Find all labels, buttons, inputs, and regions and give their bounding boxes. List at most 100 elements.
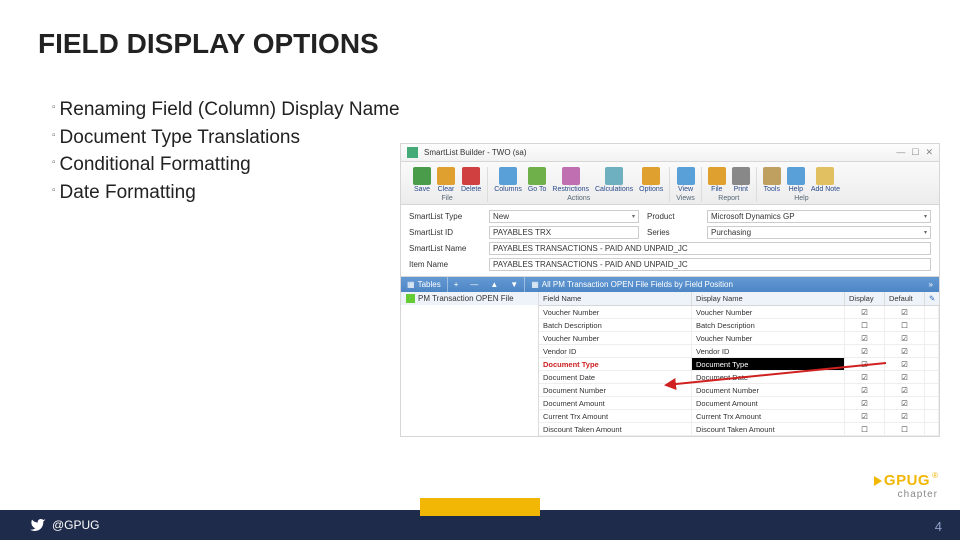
field-label: Series [647,228,699,237]
add-button[interactable]: + [448,277,465,292]
tables-pane: PM Transaction OPEN File [401,292,539,436]
bullet-item: ▫Document Type Translations [52,124,400,152]
display-checkbox[interactable]: ☑ [845,384,885,396]
ribbon-delete-button[interactable]: Delete [461,167,481,193]
ribbon-go-to-button[interactable]: Go To [528,167,547,193]
field-name-cell: Voucher Number [539,332,692,344]
ribbon-group-views: View Views [670,167,702,202]
spacer [925,306,939,318]
move-down-button[interactable]: ▼ [504,277,524,292]
grid-row[interactable]: Current Trx AmountCurrent Trx Amount☑☑ [539,410,939,423]
chevron-down-icon: ▾ [632,213,635,220]
move-up-button[interactable]: ▲ [484,277,504,292]
default-checkbox[interactable]: ☐ [885,319,925,331]
ribbon-label: Go To [528,186,547,193]
product-select[interactable]: Microsoft Dynamics GP▾ [707,210,931,223]
grid-row[interactable]: Document TypeDocument Type☑☑ [539,358,939,371]
tables-tab[interactable]: ▦Tables [401,277,447,292]
display-name-cell: Voucher Number [692,306,845,318]
remove-button[interactable]: — [464,277,484,292]
default-checkbox[interactable]: ☑ [885,410,925,422]
display-checkbox[interactable]: ☑ [845,410,885,422]
default-checkbox[interactable]: ☑ [885,358,925,370]
col-header: Display [845,292,885,305]
ribbon-icon [605,167,623,185]
ribbon-group-label: Report [718,195,739,202]
ribbon-view-button[interactable]: View [677,167,695,193]
smartlist-id-input[interactable]: PAYABLES TRX [489,226,639,239]
ribbon-tools-button[interactable]: Tools [763,167,781,193]
field-name-cell: Document Date [539,371,692,383]
grid-row[interactable]: Batch DescriptionBatch Description☐☐ [539,319,939,332]
ribbon-file-button[interactable]: File [708,167,726,193]
spacer [925,345,939,357]
fields-tab[interactable]: ▦All PM Transaction OPEN File Fields by … [525,277,922,292]
grid-row[interactable]: Vendor IDVendor ID☑☑ [539,345,939,358]
ribbon-options-button[interactable]: Options [639,167,663,193]
ribbon-group-label: File [441,195,452,202]
grid-row[interactable]: Discount Taken AmountDiscount Taken Amou… [539,423,939,436]
bullet-text: Document Type Translations [60,124,300,152]
title-bar: SmartList Builder - TWO (sa) — ☐ ✕ [401,144,939,162]
smartlist-name-input[interactable]: PAYABLES TRANSACTIONS - PAID AND UNPAID_… [489,242,931,255]
ribbon-help-button[interactable]: Help [787,167,805,193]
grid-row[interactable]: Voucher NumberVoucher Number☑☑ [539,332,939,345]
ribbon-restrictions-button[interactable]: Restrictions [552,167,589,193]
handle-text: @GPUG [52,518,100,532]
ribbon-add-note-button[interactable]: Add Note [811,167,840,193]
field-name-cell: Voucher Number [539,306,692,318]
fields-grid: Field Name Display Name Display Default … [539,292,939,436]
field-label: Product [647,212,699,221]
ribbon-label: Clear [438,186,455,193]
default-checkbox[interactable]: ☑ [885,371,925,383]
ribbon-icon [528,167,546,185]
ribbon-save-button[interactable]: Save [413,167,431,193]
default-checkbox[interactable]: ☑ [885,384,925,396]
default-checkbox[interactable]: ☐ [885,423,925,435]
expand-button[interactable]: » [923,277,939,292]
spacer [925,332,939,344]
field-label: SmartList Name [409,244,481,253]
item-name-input[interactable]: PAYABLES TRANSACTIONS - PAID AND UNPAID_… [489,258,931,271]
window-controls[interactable]: — ☐ ✕ [896,147,933,158]
ribbon-calculations-button[interactable]: Calculations [595,167,633,193]
ribbon-print-button[interactable]: Print [732,167,750,193]
default-checkbox[interactable]: ☑ [885,397,925,409]
spacer [925,358,939,370]
bullet-item: ▫Renaming Field (Column) Display Name [52,96,400,124]
smartlist-type-select[interactable]: New▾ [489,210,639,223]
edit-icon[interactable]: ✎ [925,292,939,305]
default-checkbox[interactable]: ☑ [885,332,925,344]
display-checkbox[interactable]: ☑ [845,345,885,357]
maximize-icon[interactable]: ☐ [911,147,919,158]
close-icon[interactable]: ✕ [925,147,933,158]
display-checkbox[interactable]: ☑ [845,332,885,344]
display-checkbox[interactable]: ☑ [845,358,885,370]
display-checkbox[interactable]: ☑ [845,306,885,318]
field-label: Item Name [409,260,481,269]
ribbon-icon [763,167,781,185]
display-checkbox[interactable]: ☑ [845,371,885,383]
grid-row[interactable]: Document NumberDocument Number☑☑ [539,384,939,397]
ribbon-label: Calculations [595,186,633,193]
series-select[interactable]: Purchasing▾ [707,226,931,239]
grid-row[interactable]: Document AmountDocument Amount☑☑ [539,397,939,410]
field-name-cell: Document Number [539,384,692,396]
ribbon-clear-button[interactable]: Clear [437,167,455,193]
twitter-handle: @GPUG [30,517,100,533]
spacer [925,397,939,409]
display-checkbox[interactable]: ☐ [845,423,885,435]
ribbon-columns-button[interactable]: Columns [494,167,522,193]
default-checkbox[interactable]: ☑ [885,306,925,318]
grid-row[interactable]: Document DateDocument Date☑☑ [539,371,939,384]
table-item[interactable]: PM Transaction OPEN File [401,292,538,305]
window-title: SmartList Builder - TWO (sa) [424,148,890,157]
display-name-cell: Document Number [692,384,845,396]
default-checkbox[interactable]: ☑ [885,345,925,357]
display-name-cell: Current Trx Amount [692,410,845,422]
display-checkbox[interactable]: ☐ [845,319,885,331]
minimize-icon[interactable]: — [896,147,905,158]
display-checkbox[interactable]: ☑ [845,397,885,409]
grid-row[interactable]: Voucher NumberVoucher Number☑☑ [539,306,939,319]
bullet-glyph: ▫ [52,101,56,116]
